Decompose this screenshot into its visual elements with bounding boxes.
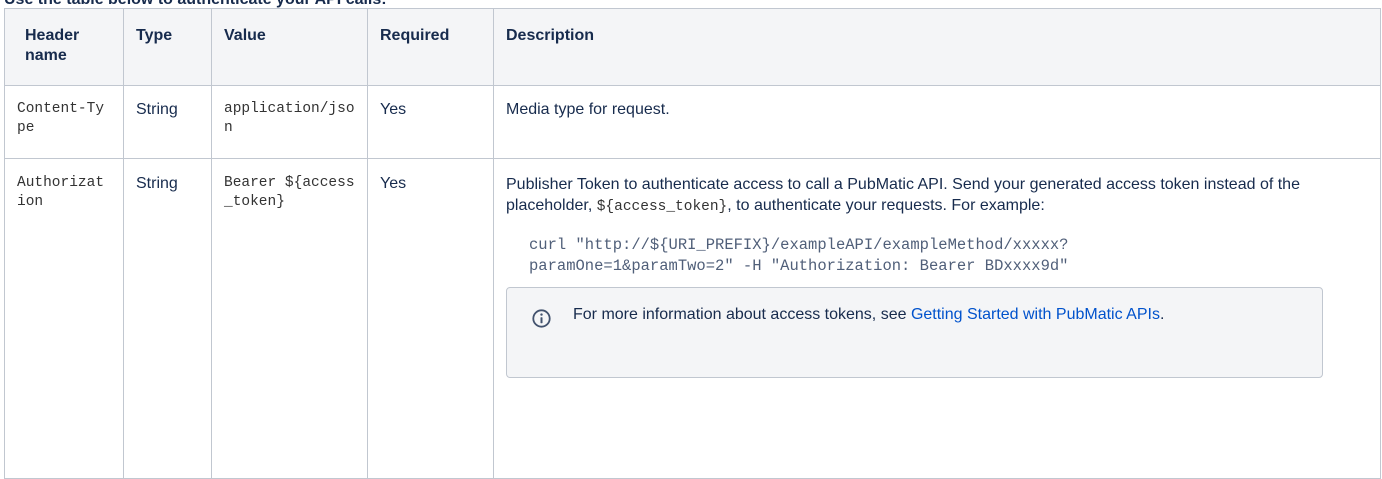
info-panel: For more information about access tokens… [506,287,1323,378]
column-header-name: Header name [4,8,124,86]
cell-value: application/json [211,85,368,159]
code-example: curl "http://${URI_PREFIX}/exampleAPI/ex… [529,235,1368,277]
inline-code: ${access_token} [596,199,728,215]
table-row: Authorization String Bearer ${access_tok… [4,158,1381,479]
cell-header-name: Content-Type [4,85,124,159]
cell-value: Bearer ${access_token} [211,158,368,479]
cell-header-name: Authorization [4,158,124,479]
column-header-type: Type [123,8,212,86]
column-header-value: Value [211,8,368,86]
getting-started-link[interactable]: Getting Started with PubMatic APIs [911,306,1160,323]
column-header-description: Description [493,8,1381,86]
cell-required: Yes [367,158,494,479]
cell-type: String [123,85,212,159]
column-header-required: Required [367,8,494,86]
cell-description: Publisher Token to authenticate access t… [493,158,1381,479]
code-line: curl "http://${URI_PREFIX}/exampleAPI/ex… [529,236,1069,254]
table-row: Content-Type String application/json Yes… [4,85,1381,159]
description-text: Publisher Token to authenticate access t… [506,176,1300,215]
info-icon [532,309,551,328]
cell-type: String [123,158,212,479]
code-line: paramOne=1&paramTwo=2" -H "Authorization… [529,257,1069,275]
table-header-row: Header name Type Value Required Descript… [4,8,1381,86]
headers-table: Header name Type Value Required Descript… [4,8,1381,479]
info-text: For more information about access tokens… [573,306,1165,323]
cell-description: Media type for request. [493,85,1381,159]
cell-required: Yes [367,85,494,159]
